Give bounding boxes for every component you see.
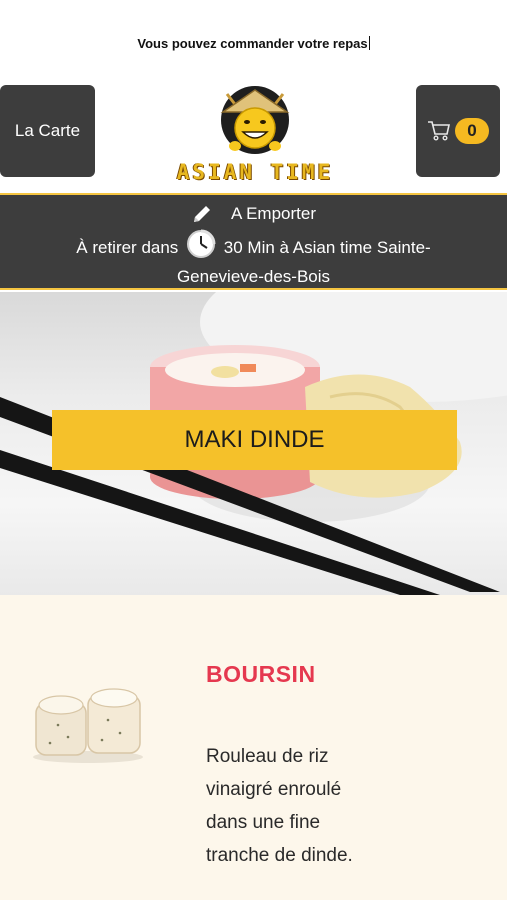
pickup-location: Genevieve-des-Bois [176,267,331,286]
logo-mascot-icon [220,86,290,154]
product-description: Rouleau de riz vinaigré enroulé dans une… [206,746,353,866]
product-image [33,688,143,763]
cart-count-badge: 0 [455,118,489,144]
hero-banner: MAKI DINDE [0,292,507,595]
cart-icon [428,121,450,141]
pickup-line: À retirer dans 30 Min à Asian time Saint… [0,228,507,262]
text-caret [368,36,370,50]
product-card[interactable]: BOURSIN Rouleau de riz vinaigré enroulé … [0,595,507,900]
order-mode: A Emporter [230,204,317,223]
order-info-bar[interactable]: A Emporter À retirer dans 30 Min à Asian… [0,193,507,290]
cart-button[interactable]: 0 [416,85,500,177]
order-message-text: Vous pouvez commander votre repas [137,36,368,51]
logo[interactable]: ASIAN TIME [175,82,335,186]
logo-text: ASIAN TIME [176,160,334,184]
menu-button-label: La Carte [14,121,81,140]
product-name: BOURSIN [206,661,316,687]
pickup-suffix: 30 Min à Asian time Sainte- [223,238,431,257]
pencil-icon [193,205,210,222]
hero-title: MAKI DINDE [52,410,457,470]
clock-icon [187,229,216,258]
pickup-prefix: À retirer dans [76,238,179,257]
order-message: Vous pouvez commander votre repas [0,36,507,51]
top-banner: Vous pouvez commander votre repas [0,0,507,80]
menu-button[interactable]: La Carte [0,85,95,177]
header: La Carte ASIAN TIME 0 [0,80,507,188]
order-mode-row: A Emporter [0,199,507,228]
